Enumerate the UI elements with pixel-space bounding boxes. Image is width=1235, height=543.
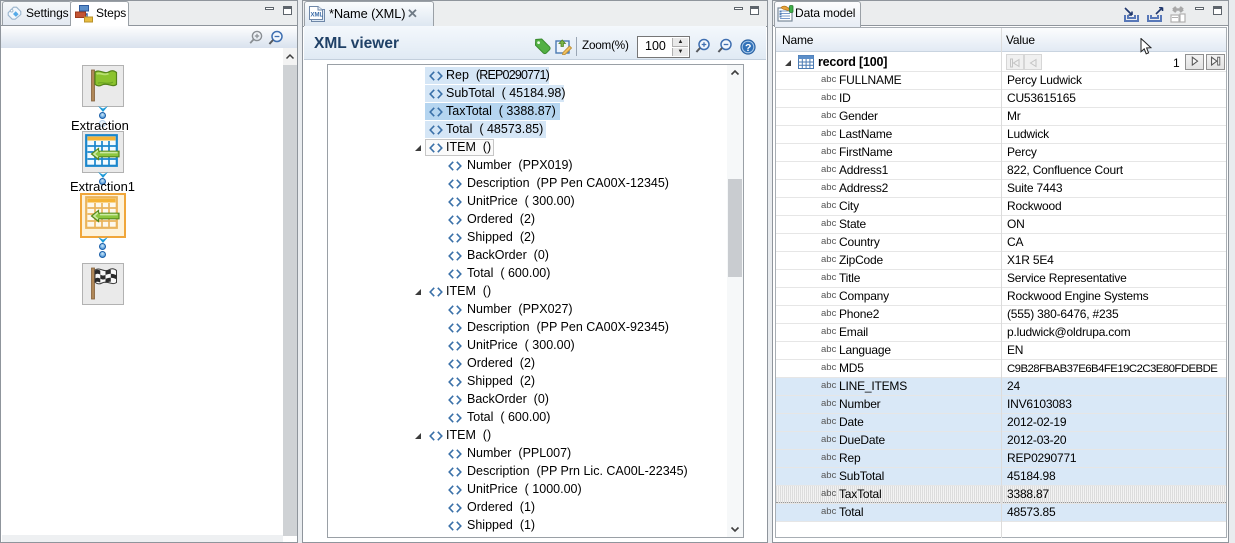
svg-text:?: ? — [745, 42, 751, 54]
svg-text:XML: XML — [311, 13, 324, 19]
